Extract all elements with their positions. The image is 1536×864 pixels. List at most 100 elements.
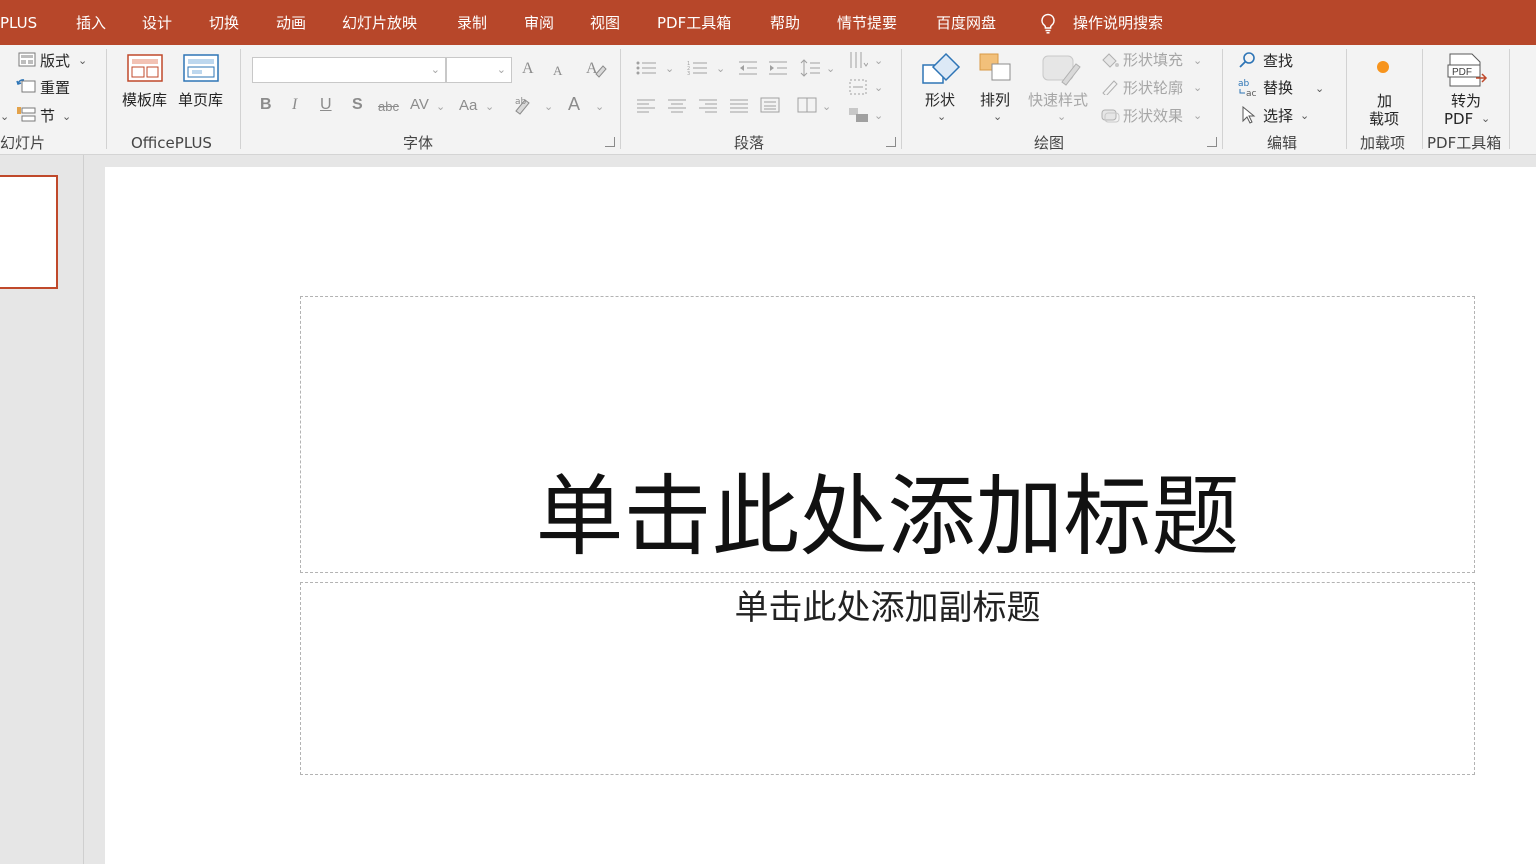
slide-canvas[interactable]: 单击此处添加标题 单击此处添加副标题 [105,167,1536,864]
ribbon-tab-bar: PLUS 插入 设计 切换 动画 幻灯片放映 录制 审阅 视图 PDF工具箱 帮… [0,0,1536,45]
shrink-font-button[interactable]: A [553,62,562,80]
shape-fill-icon [1100,52,1120,72]
template-library-button[interactable]: 模板库 [122,90,167,110]
font-dialog-launcher[interactable] [605,137,615,147]
align-center-icon[interactable] [667,98,687,117]
tab-insert[interactable]: 插入 [76,13,106,33]
slide-thumbnail[interactable] [0,175,58,289]
chevron-down-icon: ⌄ [62,110,72,123]
subtitle-placeholder[interactable]: 单击此处添加副标题 [300,582,1475,775]
drawing-dialog-launcher[interactable] [1207,137,1217,147]
clear-formatting-icon[interactable]: A [585,58,607,82]
bullets-icon[interactable] [636,60,658,80]
pdf-convert-icon: PDF [1446,52,1490,92]
subtitle-text[interactable]: 单击此处添加副标题 [301,588,1474,628]
font-color-button[interactable]: A [568,95,580,113]
bold-button[interactable]: B [260,96,272,114]
replace-button[interactable]: 替换 [1263,78,1293,98]
chevron-down-icon: ⌄ [826,62,836,75]
group-separator [240,49,241,149]
chevron-down-icon: ⌄ [716,62,726,75]
section-button[interactable]: 节 [40,106,55,126]
section-icon [16,106,36,127]
reset-button[interactable]: 重置 [40,78,70,98]
single-page-library-icon [183,54,221,88]
convert-to-pdf-line1[interactable]: 转为 [1451,91,1481,111]
layout-button[interactable]: 版式 [40,51,70,71]
svg-text:3: 3 [687,71,690,76]
decrease-indent-icon[interactable] [737,60,759,80]
font-name-combobox[interactable]: ⌄ [252,57,446,83]
chevron-down-icon: ⌄ [436,100,446,113]
select-cursor-icon [1241,105,1257,128]
tab-animations[interactable]: 动画 [276,13,306,33]
title-placeholder[interactable]: 单击此处添加标题 [300,296,1475,573]
character-spacing-button[interactable]: AV [410,96,429,114]
shape-fill-button[interactable]: 形状填充 [1123,50,1183,70]
addins-button-line2[interactable]: 载项 [1369,109,1399,129]
lightbulb-icon [1040,13,1056,38]
chevron-down-icon: ⌄ [485,100,495,113]
quick-styles-button[interactable]: 快速样式 [1028,90,1088,110]
shape-effects-icon [1100,107,1120,127]
shape-effects-button[interactable]: 形状效果 [1123,106,1183,126]
convert-to-pdf-line2[interactable]: PDF [1444,109,1473,129]
tab-record[interactable]: 录制 [457,13,487,33]
paragraph-dialog-launcher[interactable] [886,137,896,147]
underline-button[interactable]: U [320,96,332,114]
layout-icon [18,52,36,71]
font-size-combobox[interactable]: ⌄ [446,57,512,83]
chevron-down-icon: ⌄ [496,63,506,76]
chevron-down-icon: ⌄ [430,63,440,76]
shapes-button[interactable]: 形状 [925,90,955,110]
grow-font-button[interactable]: A [522,60,534,78]
highlight-icon[interactable]: ab [513,95,535,119]
tab-pdf-toolbox[interactable]: PDF工具箱 [657,13,731,33]
chevron-down-icon: ⌄ [1300,109,1310,122]
shape-outline-button[interactable]: 形状轮廓 [1123,78,1183,98]
tab-baidu-netdisk[interactable]: 百度网盘 [936,13,996,33]
align-text-icon[interactable] [848,78,868,100]
smartart-icon[interactable] [848,106,870,128]
ribbon: 版式 ⌄ 重置 ⌄ 节 ⌄ 幻灯片 模板库 单页库 OfficePLUS ⌄ ⌄… [0,45,1536,155]
increase-indent-icon[interactable] [767,60,789,80]
tab-transitions[interactable]: 切换 [209,13,239,33]
group-separator [1509,49,1510,149]
addins-button-line1[interactable]: 加 [1377,91,1392,111]
tab-design[interactable]: 设计 [142,13,172,33]
text-shadow-button[interactable]: S [352,96,363,114]
tab-review[interactable]: 审阅 [524,13,554,33]
group-separator [106,49,107,149]
numbering-icon[interactable]: 123 [687,60,709,80]
select-button[interactable]: 选择 [1263,106,1293,126]
tab-officeplus[interactable]: PLUS [0,13,37,33]
tab-slideshow[interactable]: 幻灯片放映 [342,13,417,33]
reset-icon [16,78,36,98]
quick-styles-icon [1040,52,1082,92]
title-text[interactable]: 单击此处添加标题 [301,467,1474,567]
change-case-button[interactable]: Aa [459,97,477,115]
distributed-align-icon[interactable] [760,97,780,117]
chevron-down-icon: ⌄ [874,54,884,67]
columns-icon[interactable] [797,97,817,117]
line-spacing-icon[interactable] [800,58,822,82]
strikethrough-button[interactable]: abc [378,98,399,116]
align-right-icon[interactable] [698,98,718,117]
chevron-down-icon: ⌄ [595,100,605,113]
group-label-pdf-toolbox: PDF工具箱 [1427,134,1502,152]
italic-button[interactable]: I [292,96,297,114]
group-separator [620,49,621,149]
addins-icon [1377,61,1389,73]
arrange-button[interactable]: 排列 [980,90,1010,110]
text-direction-icon[interactable] [848,51,869,73]
tab-view[interactable]: 视图 [590,13,620,33]
tab-storyboard[interactable]: 情节提要 [837,13,897,33]
tell-me-search[interactable]: 操作说明搜索 [1073,13,1163,33]
single-page-library-button[interactable]: 单页库 [178,90,223,110]
find-button[interactable]: 查找 [1263,51,1293,71]
align-left-icon[interactable] [636,98,656,117]
chevron-down-icon: ⌄ [665,62,675,75]
tab-help[interactable]: 帮助 [770,13,800,33]
justify-icon[interactable] [729,98,749,117]
find-icon [1239,52,1257,72]
